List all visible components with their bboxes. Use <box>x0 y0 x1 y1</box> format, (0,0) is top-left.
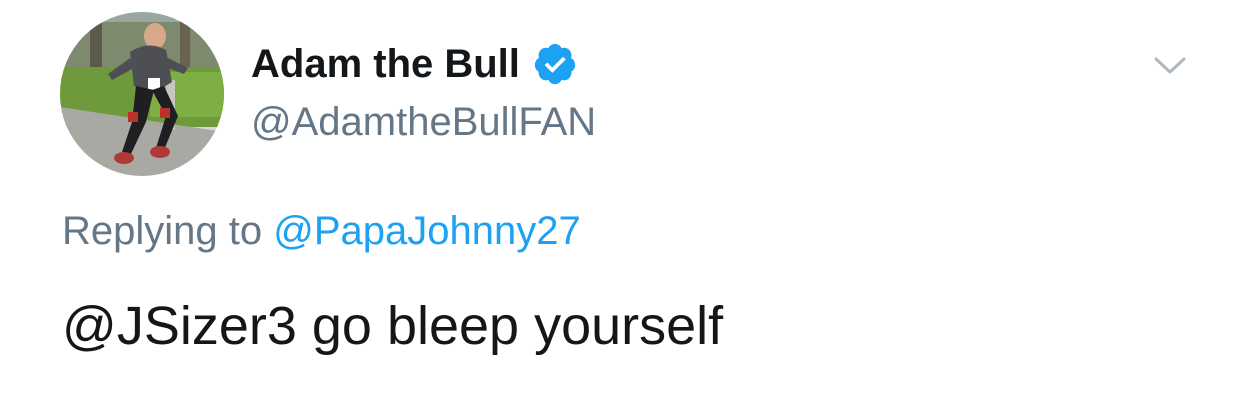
avatar-photo <box>60 12 224 176</box>
replying-to-label: Replying to <box>62 209 263 253</box>
author-display-name[interactable]: Adam the Bull <box>251 40 520 88</box>
tweet-text: @JSizer3 go bleep yourself <box>62 296 724 356</box>
chevron-down-icon[interactable] <box>1150 50 1190 80</box>
replying-to-line: Replying to @PapaJohnny27 <box>62 207 581 255</box>
avatar[interactable] <box>60 12 224 176</box>
verified-badge-icon <box>532 41 578 87</box>
author-handle[interactable]: @AdamtheBullFAN <box>251 98 596 146</box>
reply-to-mention-link[interactable]: @PapaJohnny27 <box>273 209 581 253</box>
author-display-name-row[interactable]: Adam the Bull <box>251 40 578 88</box>
